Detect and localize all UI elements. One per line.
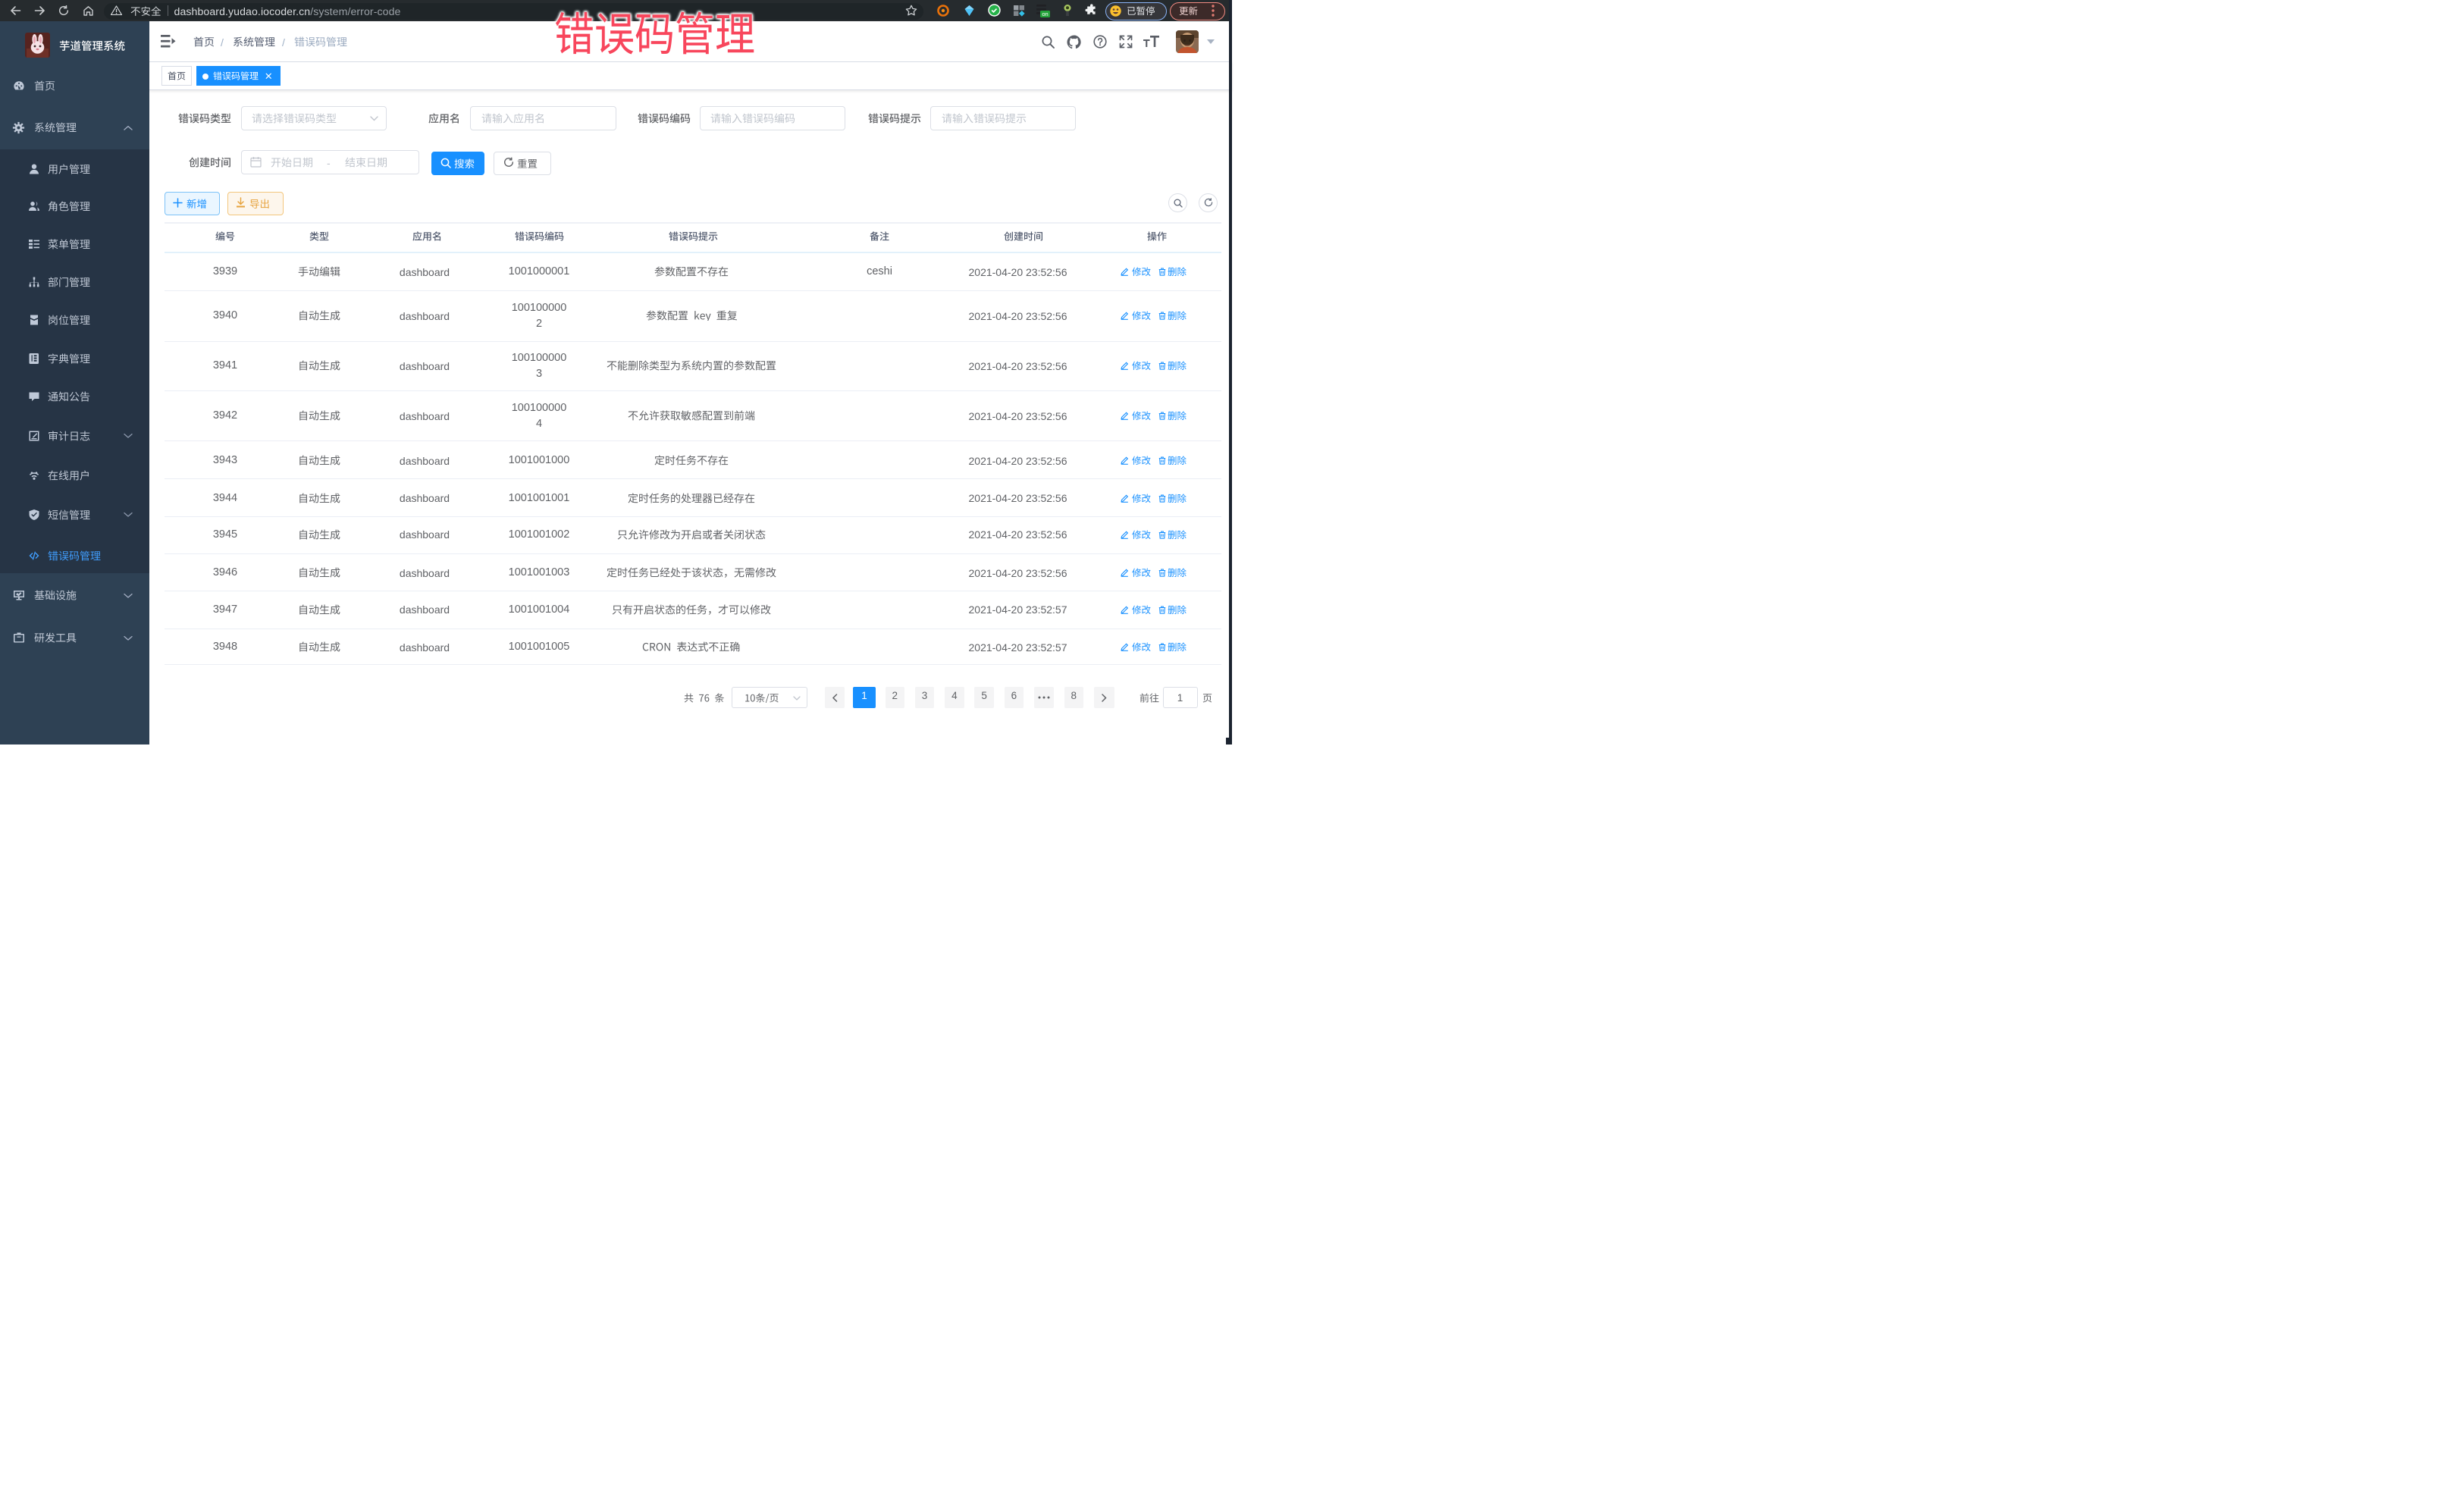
svg-text:on: on xyxy=(1042,11,1048,17)
